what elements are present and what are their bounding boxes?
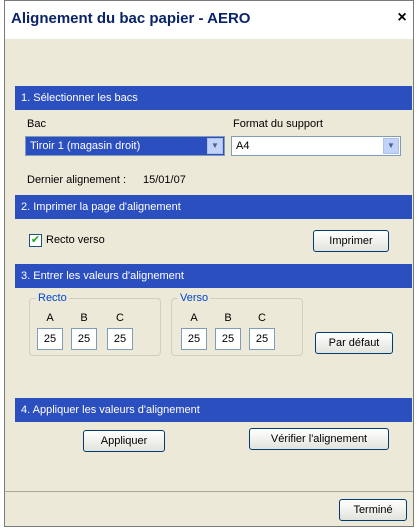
title-bar[interactable]: Alignement du bac papier - AERO × <box>5 1 413 39</box>
close-icon[interactable]: × <box>393 8 411 28</box>
media-format-select[interactable]: A4 ▼ <box>231 136 401 156</box>
window-title: Alignement du bac papier - AERO <box>11 10 251 27</box>
verso-col-b: B <box>224 312 232 324</box>
recto-b-input[interactable]: 25 <box>71 328 97 350</box>
recto-c-input[interactable]: 25 <box>107 328 133 350</box>
last-alignment-date: 15/01/07 <box>143 174 186 186</box>
verso-a-input[interactable]: 25 <box>181 328 207 350</box>
section-header-apply-values: 4. Appliquer les valeurs d'alignement <box>15 398 412 422</box>
last-alignment-label: Dernier alignement : <box>27 174 127 186</box>
duplex-checkbox[interactable]: ✔ <box>29 234 42 247</box>
apply-button[interactable]: Appliquer <box>83 430 165 452</box>
footer-divider <box>5 491 413 492</box>
tray-label: Bac <box>27 118 46 130</box>
recto-col-b: B <box>80 312 88 324</box>
recto-legend: Recto <box>38 292 67 304</box>
verify-alignment-button[interactable]: Vérifier l'alignement <box>249 428 389 450</box>
dialog-window: Alignement du bac papier - AERO × 1. Sél… <box>4 0 414 527</box>
tray-select-value: Tiroir 1 (magasin droit) <box>30 140 141 152</box>
recto-col-c: C <box>116 312 124 324</box>
section-header-select-trays: 1. Sélectionner les bacs <box>15 86 412 110</box>
verso-legend: Verso <box>180 292 209 304</box>
section-header-enter-values: 3. Entrer les valeurs d'alignement <box>15 264 412 288</box>
duplex-label: Recto verso <box>46 234 105 246</box>
default-button[interactable]: Par défaut <box>315 332 393 354</box>
media-format-label: Format du support <box>233 118 323 130</box>
chevron-down-icon[interactable]: ▼ <box>383 138 399 154</box>
verso-b-input[interactable]: 25 <box>215 328 241 350</box>
print-button[interactable]: Imprimer <box>313 230 389 252</box>
verso-c-input[interactable]: 25 <box>249 328 275 350</box>
recto-col-a: A <box>46 312 54 324</box>
recto-a-input[interactable]: 25 <box>37 328 63 350</box>
media-format-value: A4 <box>236 140 250 152</box>
verso-col-c: C <box>258 312 266 324</box>
section-header-print-page: 2. Imprimer la page d'alignement <box>15 195 412 219</box>
chevron-down-icon[interactable]: ▼ <box>207 138 223 154</box>
alignment-panel: 1. Sélectionner les bacs Bac Format du s… <box>15 86 412 462</box>
done-button[interactable]: Terminé <box>339 499 407 521</box>
tray-select[interactable]: Tiroir 1 (magasin droit) ▼ <box>25 136 225 156</box>
verso-col-a: A <box>190 312 198 324</box>
